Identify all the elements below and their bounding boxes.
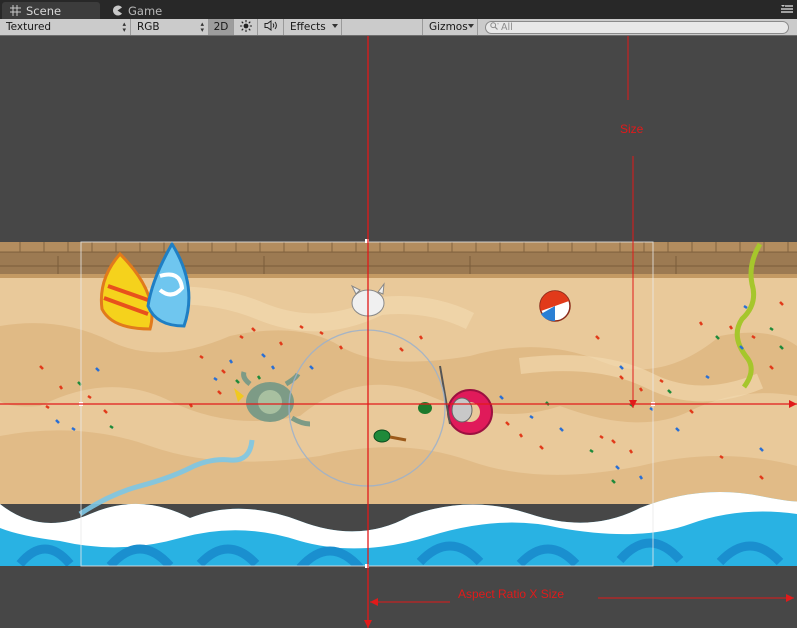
- tab-scene[interactable]: Scene: [2, 2, 100, 19]
- tab-game[interactable]: Game: [104, 2, 170, 19]
- effects-label: Effects: [290, 21, 326, 33]
- shading-mode-value: Textured: [6, 21, 52, 33]
- updown-arrows-icon: ▴ ▾: [122, 20, 126, 34]
- search-icon: [490, 22, 499, 33]
- chevron-down-icon: [468, 24, 474, 28]
- scene-toolbar: Textured ▴ ▾ RGB ▴ ▾ 2D Effects Gizmos All: [0, 19, 797, 36]
- gizmos-dropdown[interactable]: Gizmos: [422, 19, 478, 35]
- scene-viewport[interactable]: Size Aspect Ratio X Size: [0, 36, 797, 628]
- beach-ball-sprite: [539, 290, 571, 322]
- tab-bar: Scene Game: [0, 0, 797, 19]
- chevron-down-icon: [332, 24, 338, 28]
- mode-2d-toggle[interactable]: 2D: [209, 19, 234, 35]
- pacman-game-icon: [112, 5, 123, 16]
- search-input[interactable]: All: [485, 21, 789, 34]
- effects-dropdown[interactable]: Effects: [284, 19, 342, 35]
- scene-canvas: [0, 36, 797, 628]
- size-annotation-label: Size: [620, 122, 644, 136]
- search-placeholder: All: [501, 22, 513, 33]
- sun-icon: [239, 19, 252, 35]
- updown-arrows-icon: ▴ ▾: [200, 20, 204, 34]
- tab-game-label: Game: [128, 3, 163, 18]
- aspect-ratio-annotation-label: Aspect Ratio X Size: [458, 587, 565, 601]
- lighting-toggle[interactable]: [234, 19, 258, 35]
- mode-2d-label: 2D: [213, 21, 229, 33]
- gizmos-label: Gizmos: [429, 21, 468, 33]
- scene-background-lower: [0, 566, 797, 628]
- panel-menu-icon[interactable]: [781, 4, 793, 14]
- speaker-icon: [264, 20, 278, 34]
- render-mode-dropdown[interactable]: RGB ▴ ▾: [131, 19, 209, 35]
- audio-toggle[interactable]: [258, 19, 284, 35]
- render-mode-value: RGB: [137, 21, 160, 33]
- tab-scene-label: Scene: [26, 3, 62, 18]
- scene-grid-icon: [10, 5, 21, 16]
- shading-mode-dropdown[interactable]: Textured ▴ ▾: [0, 19, 131, 35]
